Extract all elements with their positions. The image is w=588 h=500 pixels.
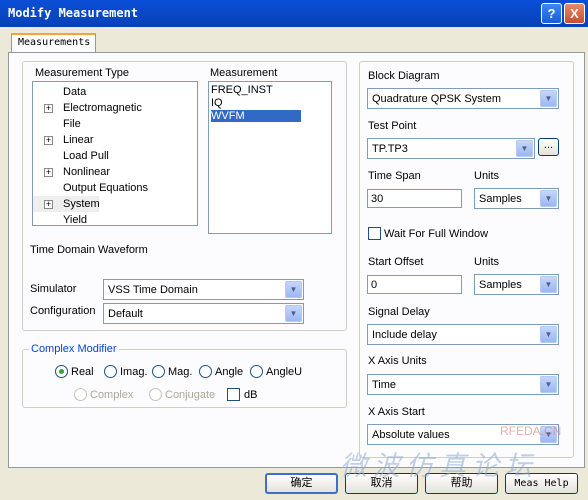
measurement-label: Measurement: [210, 67, 278, 79]
x-axis-units-value: Time: [372, 379, 397, 391]
radio-angle[interactable]: [199, 365, 212, 378]
tree-item[interactable]: Output Equations: [33, 180, 148, 196]
x-axis-start-value: Absolute values: [372, 429, 450, 441]
x-axis-units-select[interactable]: Time ▼: [367, 374, 559, 395]
test-point-label: Test Point: [368, 120, 417, 132]
block-diagram-select[interactable]: Quadrature QPSK System ▼: [367, 88, 559, 109]
list-item[interactable]: IQ: [211, 97, 301, 109]
window-title: Modify Measurement: [8, 6, 139, 20]
signal-delay-value: Include delay: [372, 329, 437, 341]
expand-icon[interactable]: +: [44, 136, 53, 145]
tree-item[interactable]: Load Pull: [33, 148, 109, 164]
tree-item[interactable]: + System: [33, 196, 100, 212]
x-axis-start-select[interactable]: Absolute values ▼: [367, 424, 559, 445]
measurement-type-tree[interactable]: Data + Electromagnetic File + Linear Load Pull…: [32, 81, 198, 226]
start-offset-label: Start Offset: [368, 256, 424, 268]
meas-help-button[interactable]: Meas Help: [505, 473, 578, 494]
chevron-down-icon[interactable]: ▼: [540, 326, 557, 343]
list-item[interactable]: WVFM: [211, 110, 301, 122]
simulator-label: Simulator: [30, 283, 77, 295]
db-label: dB: [244, 389, 258, 401]
test-point-select[interactable]: TP.TP3 ▼: [367, 138, 535, 159]
radio-complex[interactable]: [74, 388, 87, 401]
chevron-down-icon[interactable]: ▼: [516, 140, 533, 157]
start-offset-units-select[interactable]: Samples ▼: [474, 274, 559, 295]
tree-item-label: Electromagnetic: [63, 102, 142, 114]
tree-item[interactable]: + Linear: [33, 132, 94, 148]
tree-item[interactable]: + Nonlinear: [33, 164, 110, 180]
start-offset-units-label: Units: [474, 256, 500, 268]
configuration-value: Default: [108, 308, 143, 320]
radio-imag[interactable]: [104, 365, 117, 378]
radio-real-label: Real: [71, 366, 94, 378]
simulator-value: VSS Time Domain: [108, 284, 198, 296]
time-span-units-label: Units: [474, 170, 500, 182]
measurement-list[interactable]: FREQ_INST IQ WVFM: [208, 81, 332, 234]
radio-mag[interactable]: [152, 365, 165, 378]
cancel-button[interactable]: 取消: [345, 473, 418, 494]
radio-real[interactable]: [55, 365, 68, 378]
close-button[interactable]: X: [564, 3, 585, 24]
chevron-down-icon[interactable]: ▼: [540, 276, 557, 293]
help-title-button[interactable]: ?: [541, 3, 562, 24]
complex-modifier-label: Complex Modifier: [29, 343, 119, 355]
description-text: Time Domain Waveform: [30, 244, 148, 256]
signal-delay-label: Signal Delay: [368, 306, 430, 318]
chevron-down-icon[interactable]: ▼: [540, 190, 557, 207]
tree-item-label: Data: [63, 86, 87, 98]
tree-item[interactable]: File: [33, 116, 93, 132]
time-span-units-value: Samples: [479, 193, 522, 205]
x-axis-units-label: X Axis Units: [368, 355, 427, 367]
radio-complex-label: Complex: [90, 389, 134, 401]
x-axis-start-label: X Axis Start: [368, 406, 425, 418]
title-bar: Modify Measurement: [0, 0, 588, 27]
chevron-down-icon[interactable]: ▼: [540, 376, 557, 393]
list-item[interactable]: FREQ_INST: [211, 84, 301, 96]
expand-icon[interactable]: +: [44, 200, 53, 209]
tab-measurements[interactable]: Measurements: [11, 33, 96, 53]
ok-button[interactable]: 确定: [265, 473, 338, 494]
signal-delay-select[interactable]: Include delay ▼: [367, 324, 559, 345]
tree-item-label: File: [63, 118, 81, 130]
tree-item-label: Nonlinear: [63, 166, 111, 178]
configuration-select[interactable]: Default ▼: [103, 303, 304, 324]
time-span-input[interactable]: 30: [367, 189, 462, 208]
simulator-select[interactable]: VSS Time Domain ▼: [103, 279, 304, 300]
time-span-label: Time Span: [368, 170, 421, 182]
tree-item[interactable]: Yield: [33, 212, 93, 228]
radio-conjugate[interactable]: [149, 388, 162, 401]
time-span-units-select[interactable]: Samples ▼: [474, 188, 559, 209]
test-point-browse-button[interactable]: ...: [538, 138, 559, 156]
tree-item-label: Output Equations: [63, 182, 149, 194]
radio-imag-label: Imag.: [120, 366, 148, 378]
tree-item-label: Linear: [63, 134, 94, 146]
radio-angle-label: Angle: [215, 366, 244, 378]
configuration-label: Configuration: [30, 305, 96, 317]
chevron-down-icon[interactable]: ▼: [285, 305, 302, 322]
radio-angleu[interactable]: [250, 365, 263, 378]
wait-full-window-checkbox[interactable]: [368, 227, 381, 240]
wait-full-window-label: Wait For Full Window: [384, 228, 489, 240]
test-point-value: TP.TP3: [372, 143, 408, 155]
tree-item-label: Yield: [63, 214, 88, 226]
expand-icon[interactable]: +: [44, 168, 53, 177]
radio-mag-label: Mag.: [168, 366, 193, 378]
chevron-down-icon[interactable]: ▼: [540, 90, 557, 107]
radio-angleu-label: AngleU: [266, 366, 303, 378]
chevron-down-icon[interactable]: ▼: [285, 281, 302, 298]
measurement-type-label: Measurement Type: [35, 67, 129, 79]
help-button[interactable]: 帮助: [425, 473, 498, 494]
tree-item[interactable]: Data: [33, 84, 93, 100]
start-offset-input[interactable]: 0: [367, 275, 462, 294]
block-diagram-value: Quadrature QPSK System: [372, 93, 501, 105]
tree-item[interactable]: + Electromagnetic: [33, 100, 142, 116]
block-diagram-label: Block Diagram: [368, 70, 440, 82]
chevron-down-icon[interactable]: ▼: [540, 426, 557, 443]
tree-item-label: System: [63, 198, 100, 210]
radio-conjugate-label: Conjugate: [165, 389, 216, 401]
db-checkbox[interactable]: [227, 388, 240, 401]
tree-item-label: Load Pull: [63, 150, 109, 162]
start-offset-units-value: Samples: [479, 279, 522, 291]
expand-icon[interactable]: +: [44, 104, 53, 113]
